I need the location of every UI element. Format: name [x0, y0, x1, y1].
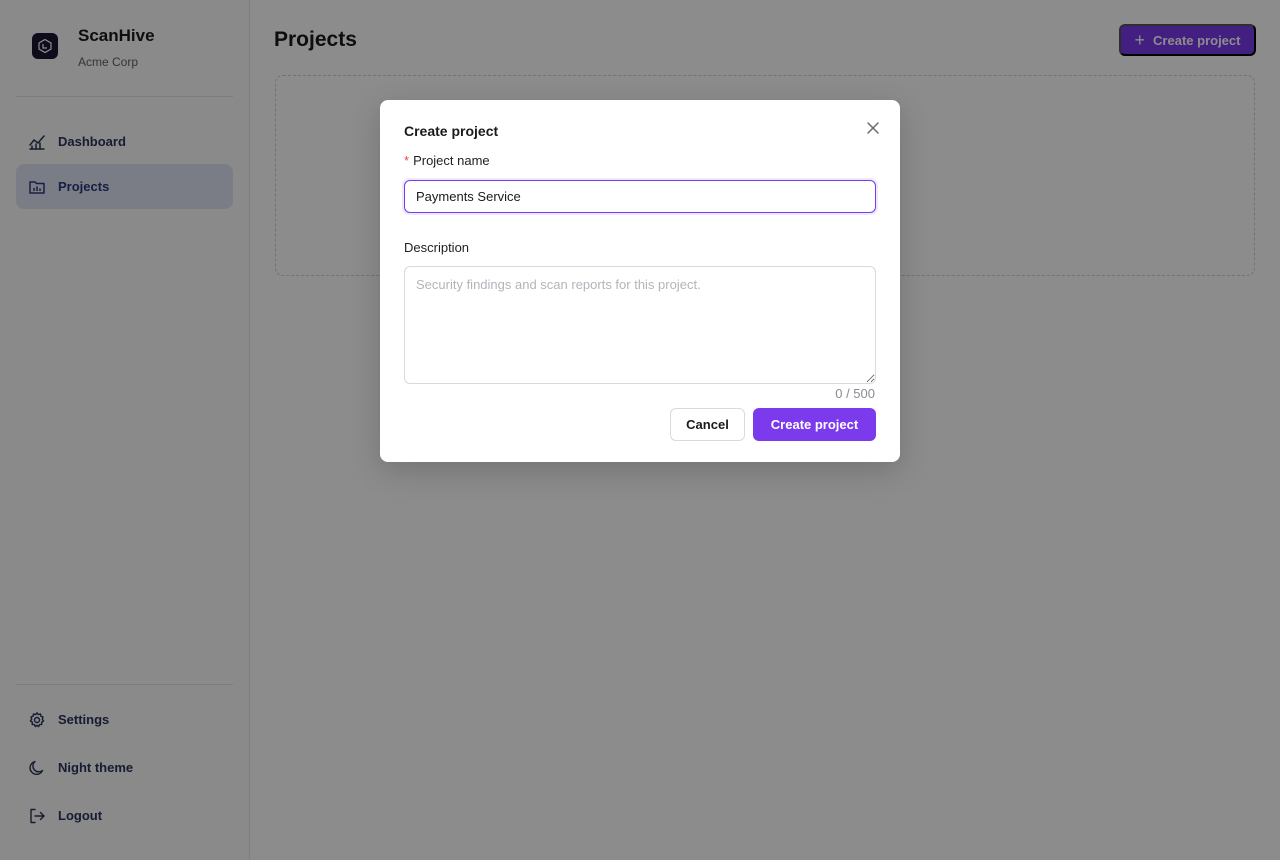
cancel-button[interactable]: Cancel — [670, 408, 745, 441]
project-name-label-text: Project name — [413, 153, 490, 168]
character-counter: 0 / 500 — [835, 386, 875, 401]
project-name-input[interactable] — [404, 180, 876, 213]
project-name-label: * Project name — [404, 153, 490, 168]
create-project-submit-button[interactable]: Create project — [753, 408, 876, 441]
required-asterisk: * — [404, 153, 410, 168]
description-label: Description — [404, 240, 470, 255]
create-project-dialog: Create project *Project name Description… — [380, 100, 900, 462]
description-textarea[interactable] — [404, 266, 876, 384]
dialog-title: Create project — [404, 123, 499, 139]
close-icon[interactable] — [864, 119, 882, 137]
